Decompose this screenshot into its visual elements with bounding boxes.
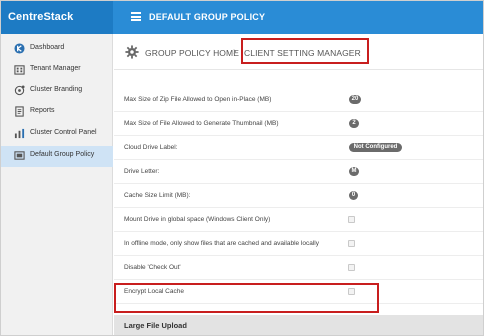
setting-checkbox[interactable] (348, 216, 355, 223)
setting-row-cloud-drive-label: Cloud Drive Label: Not Configured (114, 136, 483, 160)
policy-icon (14, 151, 25, 160)
branding-icon (14, 85, 25, 96)
app-window: CentreStack DEFAULT GROUP POLICY Dashboa… (0, 0, 484, 336)
sidebar-item-cluster-branding[interactable]: Cluster Branding (1, 81, 113, 102)
sidebar-item-tenant-manager[interactable]: Tenant Manager (1, 60, 113, 81)
top-bar: CentreStack DEFAULT GROUP POLICY (1, 1, 483, 34)
setting-checkbox[interactable] (348, 264, 355, 271)
tenant-icon (14, 65, 25, 75)
setting-label: Max Size of File Allowed to Generate Thu… (124, 120, 279, 127)
setting-label: Drive Letter: (124, 168, 160, 175)
sidebar-item-cluster-control-panel[interactable]: Cluster Control Panel (1, 124, 113, 145)
breadcrumb-home-link[interactable]: GROUP POLICY HOME (145, 48, 239, 58)
setting-row-disable-checkout: Disable 'Check Out' (114, 256, 483, 280)
setting-checkbox[interactable] (348, 240, 355, 247)
setting-row-mount-drive: Mount Drive in global space (Windows Cli… (114, 208, 483, 232)
section-header: Large File Upload (114, 315, 483, 335)
sidebar: Dashboard Tenant Manager Cluster Brandin… (1, 34, 113, 335)
page-title: DEFAULT GROUP POLICY (149, 12, 266, 22)
setting-value-badge[interactable]: 0 (349, 191, 358, 200)
control-panel-icon (14, 128, 25, 139)
sidebar-item-reports[interactable]: Reports (1, 102, 113, 123)
setting-row-cache-size: Cache Size Limit (MB): 0 (114, 184, 483, 208)
setting-label: Cache Size Limit (MB): (124, 192, 191, 199)
setting-label: Max Size of Zip File Allowed to Open in-… (124, 96, 272, 103)
setting-row-thumbnail-size: Max Size of File Allowed to Generate Thu… (114, 112, 483, 136)
hamburger-menu-icon[interactable] (131, 12, 141, 21)
dashboard-icon (14, 43, 25, 54)
sidebar-item-label: Default Group Policy (30, 151, 95, 158)
highlight-annotation-box (114, 283, 379, 313)
sidebar-item-label: Tenant Manager (30, 65, 81, 72)
logo-area: CentreStack (1, 1, 113, 34)
section-title: Large File Upload (124, 321, 187, 330)
setting-value-badge[interactable]: Not Configured (349, 143, 402, 152)
sidebar-item-dashboard[interactable]: Dashboard (1, 39, 113, 60)
setting-value-badge[interactable]: 20 (349, 95, 361, 104)
setting-label: Mount Drive in global space (Windows Cli… (124, 216, 271, 223)
setting-label: Disable 'Check Out' (124, 264, 181, 271)
sidebar-item-default-group-policy[interactable]: Default Group Policy (1, 146, 113, 167)
setting-row-drive-letter: Drive Letter: M (114, 160, 483, 184)
breadcrumb-separator: › (233, 46, 237, 57)
sidebar-item-label: Reports (30, 107, 55, 114)
gear-icon (125, 45, 139, 59)
app-logo[interactable]: CentreStack (8, 11, 73, 23)
highlight-annotation-box (241, 38, 369, 64)
sidebar-item-label: Dashboard (30, 44, 65, 51)
sidebar-item-label: Cluster Control Panel (30, 129, 97, 136)
reports-icon (15, 106, 24, 117)
setting-value-badge[interactable]: 2 (349, 119, 359, 128)
setting-label: In offline mode, only show files that ar… (124, 240, 319, 247)
setting-label: Cloud Drive Label: (124, 144, 178, 151)
setting-row-zip-size: Max Size of Zip File Allowed to Open in-… (114, 88, 483, 112)
sidebar-item-label: Cluster Branding (30, 86, 83, 93)
setting-row-offline-mode: In offline mode, only show files that ar… (114, 232, 483, 256)
setting-value-badge[interactable]: M (349, 167, 359, 176)
